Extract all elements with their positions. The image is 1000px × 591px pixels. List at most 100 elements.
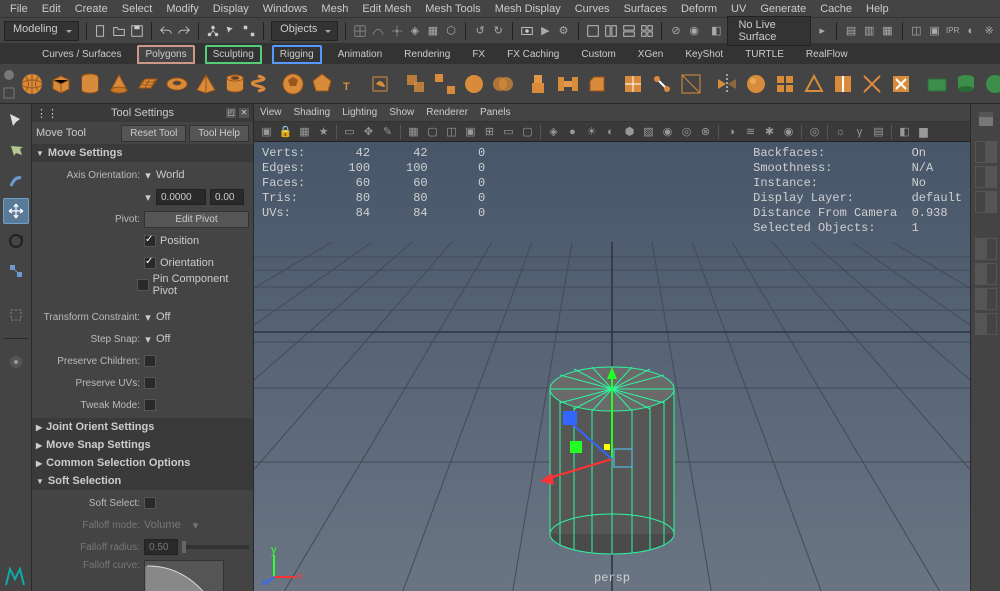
svg-icon[interactable] [367, 70, 393, 98]
smooth-icon[interactable] [461, 70, 487, 98]
menu-editmesh[interactable]: Edit Mesh [355, 2, 418, 16]
2d-pan-icon[interactable]: ✥ [360, 123, 377, 140]
axis-num-1[interactable]: 0.0000 [156, 189, 206, 205]
target-weld-icon[interactable] [649, 70, 675, 98]
panel-menu-shading[interactable]: Shading [294, 107, 331, 118]
edit-pivot-button[interactable]: Edit Pivot [144, 211, 249, 228]
close-icon[interactable]: ✕ [239, 108, 249, 118]
collapse-icon[interactable] [859, 70, 885, 98]
shelf-tab-curves[interactable]: Curves / Surfaces [32, 47, 131, 62]
panel-menu-view[interactable]: View [260, 107, 282, 118]
shelf-tab-rendering[interactable]: Rendering [394, 47, 460, 62]
panel-menu-panels[interactable]: Panels [480, 107, 511, 118]
shelf-tab-xgen[interactable]: XGen [628, 47, 674, 62]
layer-editor-toggle[interactable] [975, 191, 997, 213]
shelf-tab-turtle[interactable]: TURTLE [735, 47, 794, 62]
shelf-tab-custom[interactable]: Custom [571, 47, 625, 62]
xray-joints-icon[interactable]: ⊗ [697, 123, 714, 140]
create-poly-icon[interactable] [801, 70, 827, 98]
background-color-icon[interactable]: ▆ [915, 123, 932, 140]
soft-mod-tool[interactable] [3, 349, 29, 375]
reset-tool-button[interactable]: Reset Tool [121, 125, 186, 142]
clip-icon[interactable]: ◐ [964, 22, 978, 40]
section-soft-selection[interactable]: ▼Soft Selection [32, 472, 253, 490]
shelf-tab-animation[interactable]: Animation [328, 47, 392, 62]
step-snap-value[interactable]: Off [156, 333, 170, 345]
menu-meshtools[interactable]: Mesh Tools [418, 2, 487, 16]
menu-create[interactable]: Create [68, 2, 115, 16]
delete-edge-icon[interactable] [888, 70, 914, 98]
gate-mask-icon[interactable]: ▣ [462, 123, 479, 140]
toggle-channel-box-icon[interactable]: ▦ [880, 22, 894, 40]
snap-projected-center-icon[interactable]: ◈ [408, 22, 422, 40]
select-camera-icon[interactable]: ▣ [258, 123, 275, 140]
view-transform-icon[interactable]: ▤ [870, 123, 887, 140]
tool-help-button[interactable]: Tool Help [189, 125, 249, 142]
last-tool[interactable] [3, 302, 29, 328]
viewport-cylinder[interactable] [532, 349, 692, 559]
symmetry-icon[interactable]: ◧ [709, 22, 723, 40]
panel-menu-show[interactable]: Show [389, 107, 414, 118]
transform-constraint-value[interactable]: Off [156, 311, 170, 323]
soft-select-checkbox[interactable] [144, 497, 156, 509]
insert-edge-loop-icon[interactable] [830, 70, 856, 98]
poly-type-icon[interactable]: T [338, 70, 364, 98]
poly-helix-icon[interactable] [251, 70, 277, 98]
viewport[interactable]: Verts: 42 42 0 Edges: 100 100 0 Faces: 6… [254, 142, 970, 591]
snap-point-icon[interactable] [390, 22, 404, 40]
select-by-object-icon[interactable] [224, 22, 238, 40]
selection-mask-dropdown[interactable]: Objects [271, 21, 338, 41]
lock-camera-icon[interactable]: 🔒 [277, 123, 294, 140]
menu-file[interactable]: File [3, 2, 35, 16]
field-chart-icon[interactable]: ⊞ [481, 123, 498, 140]
save-scene-icon[interactable] [130, 22, 144, 40]
attr-editor-toggle[interactable] [975, 141, 997, 163]
select-by-component-icon[interactable] [242, 22, 256, 40]
menu-cache[interactable]: Cache [813, 2, 859, 16]
poly-torus-icon[interactable] [164, 70, 190, 98]
snap-curve-icon[interactable] [371, 22, 385, 40]
panel-layout-4-icon[interactable] [640, 22, 654, 40]
section-move-settings[interactable]: ▼Move Settings [32, 144, 253, 162]
wireframe-icon[interactable]: ◈ [545, 123, 562, 140]
shelf-switcher[interactable] [2, 66, 16, 102]
menu-mesh[interactable]: Mesh [314, 2, 355, 16]
modeling-toolkit-icon[interactable]: ◫ [909, 22, 923, 40]
menu-edit[interactable]: Edit [35, 2, 68, 16]
mirror-icon[interactable] [714, 70, 740, 98]
undock-icon[interactable]: ◰ [226, 108, 236, 118]
hud-toggle-icon[interactable]: ▣ [927, 22, 941, 40]
camera-attrs-icon[interactable]: ▦ [296, 123, 313, 140]
axis-num-2[interactable]: 0.00 [210, 189, 244, 205]
panel-b-toggle[interactable] [975, 263, 997, 285]
snap-live-icon[interactable]: ⬡ [444, 22, 458, 40]
isolate-icon[interactable]: ◉ [687, 22, 701, 40]
booleans-icon[interactable] [490, 70, 516, 98]
menu-display[interactable]: Display [206, 2, 256, 16]
channel-box-toggle[interactable] [975, 166, 997, 188]
menu-generate[interactable]: Generate [753, 2, 813, 16]
uv-spherical-icon[interactable] [982, 70, 1000, 98]
multicut-icon[interactable] [620, 70, 646, 98]
color-management-icon[interactable]: ◧ [896, 123, 913, 140]
menu-modify[interactable]: Modify [159, 2, 205, 16]
grease-pencil-icon[interactable]: ✎ [379, 123, 396, 140]
shelf-tab-fx[interactable]: FX [462, 47, 495, 62]
shelf-tab-polygons[interactable]: Polygons [137, 45, 194, 64]
snap-view-plane-icon[interactable]: ▦ [426, 22, 440, 40]
xray-icon[interactable]: ⊘ [669, 22, 683, 40]
panel-menu-lighting[interactable]: Lighting [342, 107, 377, 118]
select-tool[interactable] [3, 108, 29, 134]
live-surface-go-icon[interactable]: ▸ [815, 22, 829, 40]
panel-layout-2-icon[interactable] [604, 22, 618, 40]
select-by-hierarchy-icon[interactable] [206, 22, 220, 40]
xgen-icon[interactable]: ※ [982, 22, 996, 40]
snap-grid-icon[interactable] [353, 22, 367, 40]
shelf-tab-sculpting[interactable]: Sculpting [205, 45, 262, 64]
open-scene-icon[interactable] [112, 22, 126, 40]
menu-surfaces[interactable]: Surfaces [617, 2, 674, 16]
connect-icon[interactable] [678, 70, 704, 98]
poly-platonic-icon[interactable] [309, 70, 335, 98]
grid-icon[interactable]: ▦ [405, 123, 422, 140]
redo-icon[interactable] [177, 22, 191, 40]
